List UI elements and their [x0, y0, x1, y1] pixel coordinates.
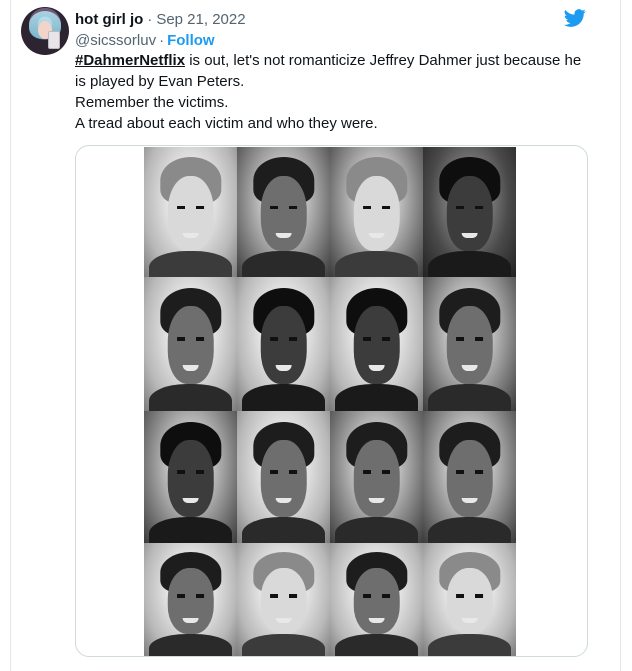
portrait-shoulders — [334, 384, 419, 411]
portrait-mouth — [275, 498, 292, 504]
portrait-eyes — [455, 470, 484, 475]
portrait-eyes — [362, 470, 391, 475]
tweet-media[interactable] — [75, 145, 588, 657]
portrait-mouth — [461, 498, 478, 504]
portrait-eyes — [176, 470, 205, 475]
portrait-eyes — [176, 337, 205, 342]
date-separator: · — [147, 10, 153, 28]
portrait-head — [353, 568, 400, 635]
portrait-eyes — [269, 470, 298, 475]
portrait-eyes — [362, 337, 391, 342]
portrait-eyes — [362, 594, 391, 598]
portrait-eyes — [269, 594, 298, 598]
portrait-eyes — [455, 594, 484, 598]
portrait-head — [260, 568, 307, 635]
author-handle[interactable]: @sicssorluv — [75, 32, 156, 49]
portrait-shoulders — [241, 634, 326, 656]
portrait-photo — [330, 147, 423, 277]
portrait-mouth — [368, 498, 385, 504]
portrait-photo — [237, 147, 330, 277]
portrait-mouth — [461, 232, 478, 238]
portrait-head — [446, 440, 493, 517]
portrait-shoulders — [334, 516, 419, 543]
portrait-eyes — [269, 337, 298, 342]
portrait-head — [167, 175, 214, 251]
portrait-photo — [237, 277, 330, 411]
portrait-photo — [237, 411, 330, 543]
portrait-head — [167, 568, 214, 635]
portrait-photo — [330, 543, 423, 656]
portrait-head — [353, 175, 400, 251]
portrait-head — [167, 306, 214, 385]
portrait-head — [353, 306, 400, 385]
portrait-shoulders — [148, 251, 233, 277]
portrait-photo — [144, 543, 237, 656]
portrait-head — [446, 568, 493, 635]
portrait-head — [167, 440, 214, 517]
tweet-text: #DahmerNetflix is out, let's not romanti… — [75, 50, 595, 134]
portrait-photo — [423, 147, 516, 277]
author-row: hot girl jo · Sep 21, 2022 — [75, 9, 545, 29]
portrait-photo — [423, 411, 516, 543]
portrait-eyes — [362, 205, 391, 210]
portrait-photo — [330, 277, 423, 411]
portrait-shoulders — [427, 634, 512, 656]
portrait-photo — [144, 411, 237, 543]
tweet-text-line-2: Remember the victims. — [75, 94, 229, 111]
portrait-mouth — [182, 232, 199, 238]
portrait-photo — [237, 543, 330, 656]
portrait-shoulders — [334, 634, 419, 656]
portrait-shoulders — [241, 251, 326, 277]
portrait-shoulders — [148, 516, 233, 543]
portrait-eyes — [269, 205, 298, 210]
twitter-bird-icon[interactable] — [562, 7, 588, 29]
portrait-photo — [423, 543, 516, 656]
handle-row: @sicssorluv · Follow — [75, 29, 545, 51]
portrait-shoulders — [241, 516, 326, 543]
portrait-head — [446, 175, 493, 251]
follow-button[interactable]: Follow — [167, 32, 215, 49]
portrait-photo — [330, 411, 423, 543]
portrait-head — [353, 440, 400, 517]
portrait-photo — [144, 277, 237, 411]
portrait-shoulders — [241, 384, 326, 411]
portrait-head — [260, 175, 307, 251]
portrait-mouth — [368, 232, 385, 238]
portrait-eyes — [176, 205, 205, 210]
tweet-date[interactable]: Sep 21, 2022 — [156, 11, 245, 28]
portrait-grid — [144, 147, 516, 656]
portrait-mouth — [182, 498, 199, 504]
hashtag-link[interactable]: #DahmerNetflix — [75, 52, 185, 69]
portrait-mouth — [275, 232, 292, 238]
portrait-head — [446, 306, 493, 385]
portrait-eyes — [176, 594, 205, 598]
tweet-header: hot girl jo · Sep 21, 2022 @sicssorluv ·… — [75, 9, 545, 51]
portrait-mouth — [368, 618, 385, 623]
portrait-shoulders — [334, 251, 419, 277]
portrait-eyes — [455, 337, 484, 342]
avatar-phone — [48, 31, 60, 49]
portrait-shoulders — [148, 384, 233, 411]
portrait-mouth — [461, 618, 478, 623]
tweet-text-line-1: #DahmerNetflix is out, let's not romanti… — [75, 50, 595, 92]
portrait-photo — [144, 147, 237, 277]
portrait-head — [260, 440, 307, 517]
author-display-name[interactable]: hot girl jo — [75, 11, 143, 28]
portrait-mouth — [275, 618, 292, 623]
portrait-shoulders — [427, 251, 512, 277]
portrait-shoulders — [427, 384, 512, 411]
tweet-text-line-3: A tread about each victim and who they w… — [75, 115, 378, 132]
portrait-shoulders — [427, 516, 512, 543]
portrait-eyes — [455, 205, 484, 210]
portrait-photo — [423, 277, 516, 411]
portrait-mouth — [182, 618, 199, 623]
portrait-head — [260, 306, 307, 385]
portrait-shoulders — [148, 634, 233, 656]
follow-separator: · — [159, 31, 165, 49]
author-avatar[interactable] — [21, 7, 69, 55]
